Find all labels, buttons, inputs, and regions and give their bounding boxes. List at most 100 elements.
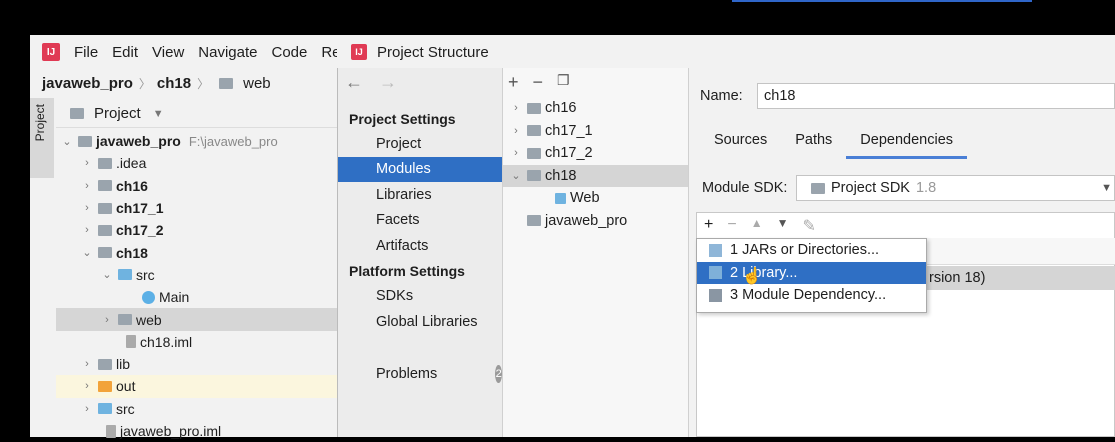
breadcrumb-folder[interactable]: web [243,75,271,92]
folder-icon [98,403,112,415]
web-folder-icon [118,314,132,326]
module-label: ch17_1 [545,122,593,139]
sdk-version: 1.8 [915,180,937,196]
menu-code[interactable]: Code [271,44,307,61]
tree-item-label: web [136,311,162,328]
back-arrow-icon[interactable]: ← [345,72,363,93]
tree-item-lib[interactable]: › lib [56,353,340,375]
module-icon [527,125,541,137]
tree-item-src[interactable]: ⌄ src [56,264,340,286]
menu-navigate[interactable]: Navigate [198,44,257,61]
tab-dependencies[interactable]: Dependencies [846,128,968,159]
edit-icon[interactable]: ✎ [802,216,815,236]
nav-artifacts[interactable]: Artifacts [338,233,502,259]
module-item-ch16[interactable]: › ch16 [503,97,688,120]
module-item-ch17-1[interactable]: › ch17_1 [503,120,688,143]
breadcrumb-module[interactable]: ch18 [157,75,191,92]
module-icon [98,224,112,236]
tree-item-label: ch17_1 [116,200,164,217]
remove-icon[interactable]: − [533,72,544,93]
tree-item-label: src [136,266,155,283]
nav-libraries[interactable]: Libraries [338,182,502,208]
tree-item-ch16[interactable]: › ch16 [56,175,340,197]
intellij-logo-icon: IJ [351,44,367,60]
iml-file-icon [106,424,116,438]
module-icon [98,202,112,214]
dialog-title: Project Structure [377,43,489,61]
module-name-field[interactable]: ch18 [757,83,1115,109]
nav-modules[interactable]: Modules [338,156,502,182]
tab-paths[interactable]: Paths [781,128,846,159]
module-item-ch18[interactable]: ⌄ ch18 [503,164,688,187]
remove-dependency-icon[interactable]: − [727,216,736,236]
nav-problems[interactable]: Problems 2 [338,361,502,386]
popup-library[interactable]: 2 Library... [697,261,926,284]
chevron-right-icon: › [105,313,109,326]
nav-global-libraries[interactable]: Global Libraries [338,309,502,335]
tree-item-ch17-1[interactable]: › ch17_1 [56,197,340,219]
name-label: Name: [700,88,743,104]
project-tool-tab-label: Project [33,104,47,142]
tree-item-web[interactable]: › web [56,308,340,331]
tree-item-src-root[interactable]: › src [56,398,340,420]
tree-item-label: .idea [116,155,147,172]
copy-icon[interactable]: ❐ [557,72,570,93]
tree-item-idea[interactable]: › .idea [56,152,340,174]
dialog-title-bar: IJ Project Structure [337,36,1115,68]
intellij-logo-icon: IJ [42,43,60,61]
chevron-right-icon: › [85,402,89,415]
facet-item-web[interactable]: Web [503,187,688,210]
breadcrumb-project[interactable]: javaweb_pro [42,75,133,92]
chevron-right-icon: › [85,380,89,393]
module-sdk-select[interactable]: Project SDK 1.8 ▼ [796,175,1115,201]
module-icon [527,102,541,114]
project-view-selector[interactable]: Project [94,105,141,122]
menu-file[interactable]: File [74,44,98,61]
chevron-right-icon: › [514,102,518,115]
add-dependency-popup: 1 JARs or Directories... 2 Library... 3 … [696,238,927,313]
tree-item-ch17-2[interactable]: › ch17_2 [56,219,340,241]
nav-facets[interactable]: Facets [338,208,502,234]
chevron-down-icon: ⌄ [82,247,92,260]
chevron-right-icon: › [85,202,89,215]
chevron-down-icon[interactable]: ▼ [153,108,164,120]
tree-item-ch18-iml[interactable]: ch18.iml [56,331,340,353]
add-icon[interactable]: + [508,72,519,93]
tree-item-ch18[interactable]: ⌄ ch18 [56,241,340,263]
project-tool-tab[interactable]: Project [30,98,54,178]
tab-sources[interactable]: Sources [700,128,781,159]
project-tree: ⌄ javaweb_pro F:\javaweb_pro › .idea › ch16 … [56,130,340,442]
module-dependency-icon [709,288,722,302]
nav-project[interactable]: Project [338,131,502,157]
tree-item-label: out [116,378,136,395]
modules-tree: › ch16 › ch17_1 › ch17_2 ⌄ ch18 Web javaweb_… [503,97,688,232]
facet-label: Web [570,190,600,207]
add-dependency-icon[interactable]: + [704,216,713,236]
tree-item-javaweb-pro[interactable]: ⌄ javaweb_pro F:\javaweb_pro [56,130,340,152]
module-tabs: Sources Paths Dependencies [700,128,968,159]
modules-toolbar: + − ❐ [508,72,570,93]
module-item-javaweb-pro[interactable]: javaweb_pro [503,210,688,233]
problems-label: Problems [376,365,438,382]
chevron-right-icon: 〉 [138,76,151,91]
move-down-icon[interactable]: ▼ [777,216,789,236]
module-label: javaweb_pro [545,212,628,229]
module-item-ch17-2[interactable]: › ch17_2 [503,142,688,165]
project-panel-header: Project ▼ [56,100,340,128]
tree-item-javaweb-pro-iml[interactable]: javaweb_pro.iml [56,420,340,442]
watermark: CSDN @weixin_47402520 [868,408,1071,427]
tree-item-out[interactable]: › out [56,375,340,398]
popup-item-label: 1 JARs or Directories... [730,242,880,259]
popup-jars-directories[interactable]: 1 JARs or Directories... [697,239,926,262]
menu-view[interactable]: View [152,44,184,61]
menu-edit[interactable]: Edit [112,44,138,61]
tree-item-main[interactable]: Main [56,286,340,308]
folder-icon [98,358,112,370]
folder-icon [219,77,234,89]
nav-arrows: ← → [345,72,397,93]
settings-nav-list: Project Settings Project Modules Librari… [338,106,502,335]
forward-arrow-icon[interactable]: → [379,72,397,93]
popup-module-dependency[interactable]: 3 Module Dependency... [697,284,926,307]
move-up-icon[interactable]: ▲ [751,216,763,236]
nav-sdks[interactable]: SDKs [338,284,502,310]
